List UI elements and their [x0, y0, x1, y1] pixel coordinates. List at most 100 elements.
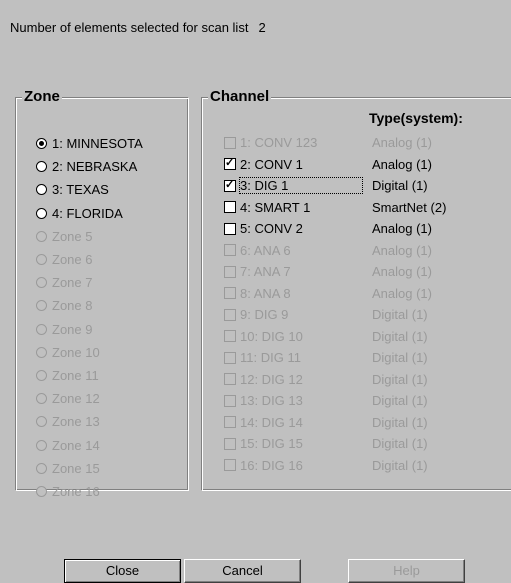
zone-radio-item: Zone 8	[36, 294, 143, 317]
zone-label: 3: TEXAS	[52, 182, 109, 198]
channel-checkbox	[224, 308, 236, 321]
channel-type: Analog (1)	[372, 156, 432, 172]
channel-type: Digital (1)	[372, 393, 428, 409]
channel-checkbox	[224, 394, 236, 407]
zone-radio-item: Zone 9	[36, 318, 143, 341]
radio-button[interactable]	[36, 138, 47, 150]
channel-item[interactable]: 4: SMART 1 SmartNet (2)	[224, 197, 509, 219]
scan-count-text: Number of elements selected for scan lis…	[10, 20, 249, 35]
channel-item: 8: ANA 8 Analog (1)	[224, 283, 509, 305]
channel-label: 15: DIG 15	[240, 436, 303, 452]
zone-radio-item: Zone 7	[36, 271, 143, 294]
channel-label: 6: ANA 6	[240, 242, 291, 258]
channel-label: 11: DIG 11	[240, 350, 301, 366]
channel-label: 13: DIG 13	[240, 393, 303, 409]
channel-type: Digital (1)	[372, 350, 428, 366]
channel-type: Analog (1)	[372, 242, 432, 258]
channel-checkbox	[224, 287, 236, 300]
channel-checkbox	[224, 351, 236, 364]
zone-radio-item: Zone 14	[36, 433, 143, 456]
channel-label: 3: DIG 1	[239, 177, 363, 195]
channel-checkbox[interactable]	[224, 156, 236, 171]
zone-radio-item[interactable]: 2: NEBRASKA	[36, 155, 143, 178]
radio-button[interactable]	[36, 161, 47, 173]
zone-label: 2: NEBRASKA	[52, 159, 138, 175]
help-button: Help	[348, 559, 465, 583]
zone-label: Zone 16	[52, 483, 100, 499]
channel-checkbox	[224, 330, 236, 343]
channel-item[interactable]: 3: DIG 1 Digital (1)	[224, 175, 509, 197]
channel-checkbox[interactable]	[224, 222, 236, 235]
channel-type: Digital (1)	[372, 307, 428, 323]
channel-type: Digital (1)	[372, 328, 428, 344]
channel-label: 7: ANA 7	[240, 264, 291, 280]
channel-checkbox-list: 1: CONV 123 Analog (1) 2: CONV 1 Analog (1)…	[224, 132, 509, 476]
zone-label: 4: FLORIDA	[52, 205, 123, 221]
channel-type: Digital (1)	[372, 371, 428, 387]
zone-radio-item[interactable]: 3: TEXAS	[36, 178, 143, 201]
channel-checkbox	[224, 459, 236, 472]
zone-radio-item: Zone 15	[36, 457, 143, 480]
radio-button	[36, 485, 47, 497]
cancel-button[interactable]: Cancel	[184, 559, 301, 583]
zone-radio-item: Zone 10	[36, 341, 143, 364]
zone-label: 1: MINNESOTA	[52, 136, 143, 152]
zone-label: Zone 13	[52, 414, 100, 430]
radio-button[interactable]	[36, 207, 47, 219]
radio-button	[36, 439, 47, 451]
channel-item: 15: DIG 15 Digital (1)	[224, 433, 509, 455]
channel-checkbox[interactable]	[224, 201, 236, 214]
radio-button	[36, 369, 47, 381]
channel-label: 12: DIG 12	[240, 371, 303, 387]
channel-type: Analog (1)	[372, 135, 432, 151]
channel-item[interactable]: 2: CONV 1 Analog (1)	[224, 154, 509, 176]
zone-label: Zone 15	[52, 460, 100, 476]
channel-label: 5: CONV 2	[240, 221, 303, 237]
channel-item: 9: DIG 9 Digital (1)	[224, 304, 509, 326]
zone-label: Zone 5	[52, 228, 93, 244]
zone-label: Zone 9	[52, 321, 93, 337]
channel-label: 4: SMART 1	[240, 199, 311, 215]
zone-group-title: Zone	[22, 88, 62, 105]
channel-item: 16: DIG 16 Digital (1)	[224, 455, 509, 477]
type-system-header: Type(system):	[369, 110, 463, 126]
channel-checkbox	[224, 136, 236, 149]
channel-checkbox	[224, 437, 236, 450]
radio-button	[36, 393, 47, 405]
radio-button	[36, 230, 47, 242]
channel-label: 2: CONV 1	[240, 156, 303, 172]
channel-label: 10: DIG 10	[240, 328, 303, 344]
channel-group: Channel Type(system): 1: CONV 123 Analog …	[201, 88, 511, 491]
channel-label: 9: DIG 9	[240, 307, 289, 323]
zone-radio-item[interactable]: 4: FLORIDA	[36, 202, 143, 225]
zone-label: Zone 7	[52, 275, 93, 291]
channel-type: Digital (1)	[372, 457, 428, 473]
channel-checkbox	[224, 265, 236, 278]
zone-radio-item[interactable]: 1: MINNESOTA	[36, 132, 143, 155]
radio-button	[36, 277, 47, 289]
channel-item: 13: DIG 13 Digital (1)	[224, 390, 509, 412]
channel-type: Analog (1)	[372, 285, 432, 301]
channel-item[interactable]: 5: CONV 2 Analog (1)	[224, 218, 509, 240]
radio-button	[36, 416, 47, 428]
radio-button	[36, 462, 47, 474]
radio-button	[36, 346, 47, 358]
channel-type: Analog (1)	[372, 264, 432, 280]
zone-radio-item: Zone 11	[36, 364, 143, 387]
zone-radio-item: Zone 6	[36, 248, 143, 271]
channel-checkbox[interactable]	[224, 178, 236, 192]
channel-item: 11: DIG 11 Digital (1)	[224, 347, 509, 369]
channel-type: Analog (1)	[372, 221, 432, 237]
close-button[interactable]: Close	[64, 559, 181, 583]
channel-label: 14: DIG 14	[240, 414, 303, 430]
radio-button[interactable]	[36, 184, 47, 196]
scan-count-label: Number of elements selected for scan lis…	[10, 20, 266, 35]
channel-item: 10: DIG 10 Digital (1)	[224, 326, 509, 348]
zone-radio-item: Zone 13	[36, 410, 143, 433]
zone-label: Zone 10	[52, 344, 100, 360]
channel-type: Digital (1)	[372, 414, 428, 430]
zone-label: Zone 12	[52, 391, 100, 407]
channel-item: 6: ANA 6 Analog (1)	[224, 240, 509, 262]
channel-checkbox	[224, 416, 236, 429]
zone-label: Zone 6	[52, 252, 93, 268]
